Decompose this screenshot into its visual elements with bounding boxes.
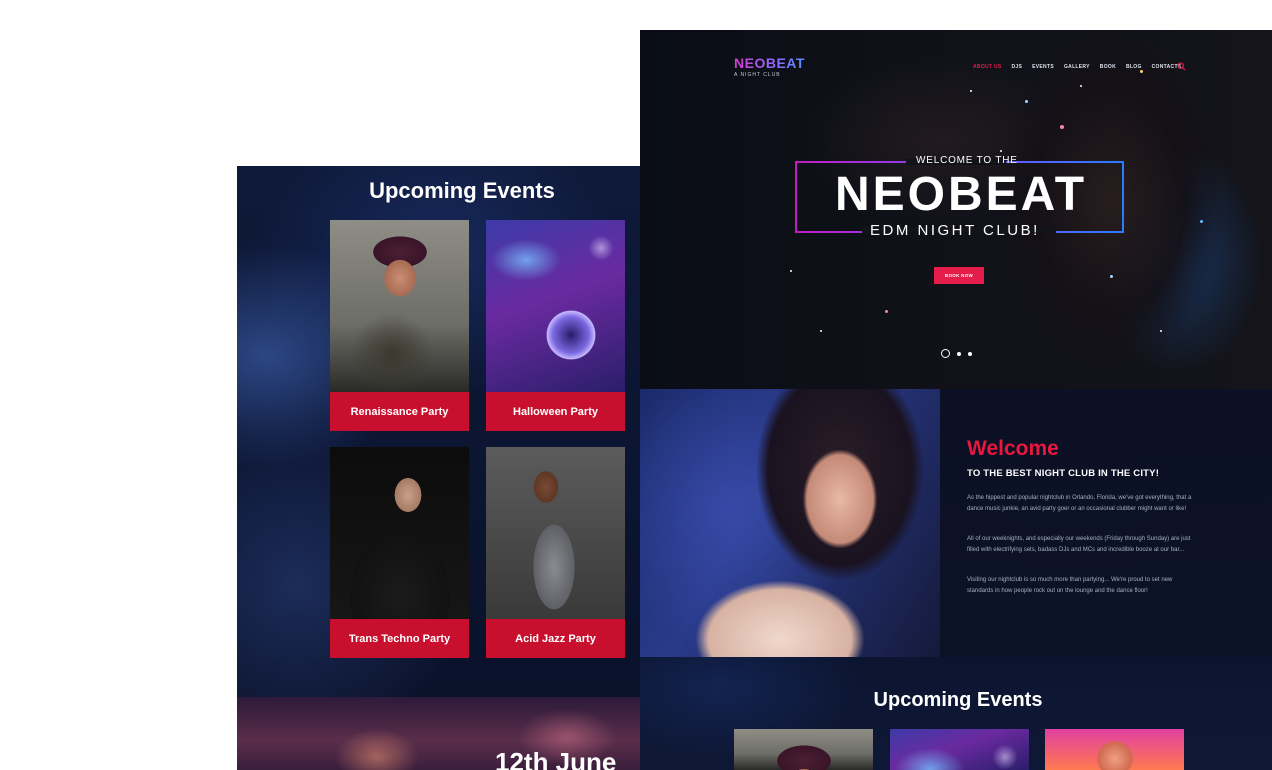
welcome-paragraph: All of our weeknights, and especially ou… [967,536,1191,553]
glitter-dot [1080,85,1082,87]
event-label[interactable]: Renaissance Party [330,392,469,431]
logo-subtitle: A NIGHT CLUB [734,72,781,78]
hero-title: NEOBEAT [834,168,1088,221]
glitter-dot [1060,125,1064,129]
glitter-dot [790,270,792,272]
event-label[interactable]: Acid Jazz Party [486,619,625,658]
section-title: Upcoming Events [873,689,1043,711]
events-section: Upcoming Events [640,657,1272,770]
welcome-paragraph: As the hippest and popular nightclub in … [967,495,1192,512]
event-photo [330,447,469,619]
event-card[interactable] [890,729,1029,770]
event-photo [486,447,625,619]
event-card[interactable]: Trans Techno Party [330,447,469,658]
event-photo [890,729,1029,770]
site-logo[interactable]: NEOBEAT A NIGHT CLUB [734,55,805,78]
main-nav: ABOUT US DJS EVENTS GALLERY BOOK BLOG CO… [973,64,1181,70]
event-photo [734,729,873,770]
event-card[interactable]: Halloween Party [486,220,625,431]
glitter-dot [885,310,888,313]
slide-dot-active[interactable] [941,349,950,358]
event-card[interactable]: Acid Jazz Party [486,447,625,658]
dj-woman-headphones-photo [640,389,940,657]
nav-item-book[interactable]: BOOK [1100,64,1116,70]
event-card[interactable]: Renaissance Party [330,220,469,431]
glitter-dot [1160,330,1162,332]
event-card[interactable] [734,729,873,770]
logo-title: NEOBEAT [734,55,805,71]
event-photo [486,220,625,392]
nav-item-about-us[interactable]: ABOUT US [973,64,1002,70]
nav-item-blog[interactable]: BLOG [1126,64,1142,70]
welcome-section: Welcome TO THE BEST NIGHT CLUB IN THE CI… [640,389,1272,657]
hero-welcome-text: WELCOME TO THE [916,155,1018,166]
event-photo [1045,729,1184,770]
book-now-button[interactable]: BOOK NOW [934,267,984,284]
nav-item-djs[interactable]: DJS [1012,64,1023,70]
slide-dot[interactable] [957,351,961,356]
section-title: Upcoming Events [369,178,555,203]
nav-item-gallery[interactable]: GALLERY [1064,64,1090,70]
glitter-dot [1110,275,1113,278]
slide-dot[interactable] [968,351,972,356]
event-label[interactable]: Trans Techno Party [330,619,469,658]
slider-pagination [941,349,972,358]
hero-subtitle: EDM NIGHT CLUB! [870,222,1040,239]
event-photo [330,220,469,392]
event-label[interactable]: Halloween Party [486,392,625,431]
front-page-preview: NEOBEAT A NIGHT CLUB ABOUT US DJS EVENTS… [640,30,1272,770]
glitter-dot [970,90,972,92]
glitter-dot [1140,70,1143,73]
glitter-dot [1025,100,1028,103]
welcome-subheading: TO THE BEST NIGHT CLUB IN THE CITY! [967,468,1160,479]
glitter-dot [1200,220,1203,223]
search-icon[interactable] [1177,62,1186,71]
date-banner: 12th June [237,697,640,770]
back-page-preview: Upcoming Events Renaissance Party Hallow… [237,166,640,770]
event-card[interactable] [1045,729,1184,770]
glitter-dot [1000,150,1002,152]
glitter-dot [820,330,822,332]
hero-slider: NEOBEAT A NIGHT CLUB ABOUT US DJS EVENTS… [640,30,1272,389]
welcome-paragraph: Visiting our nightclub is so much more t… [967,577,1173,594]
welcome-heading: Welcome [967,437,1059,460]
event-date: 12th June [495,747,617,770]
nav-item-events[interactable]: EVENTS [1032,64,1054,70]
